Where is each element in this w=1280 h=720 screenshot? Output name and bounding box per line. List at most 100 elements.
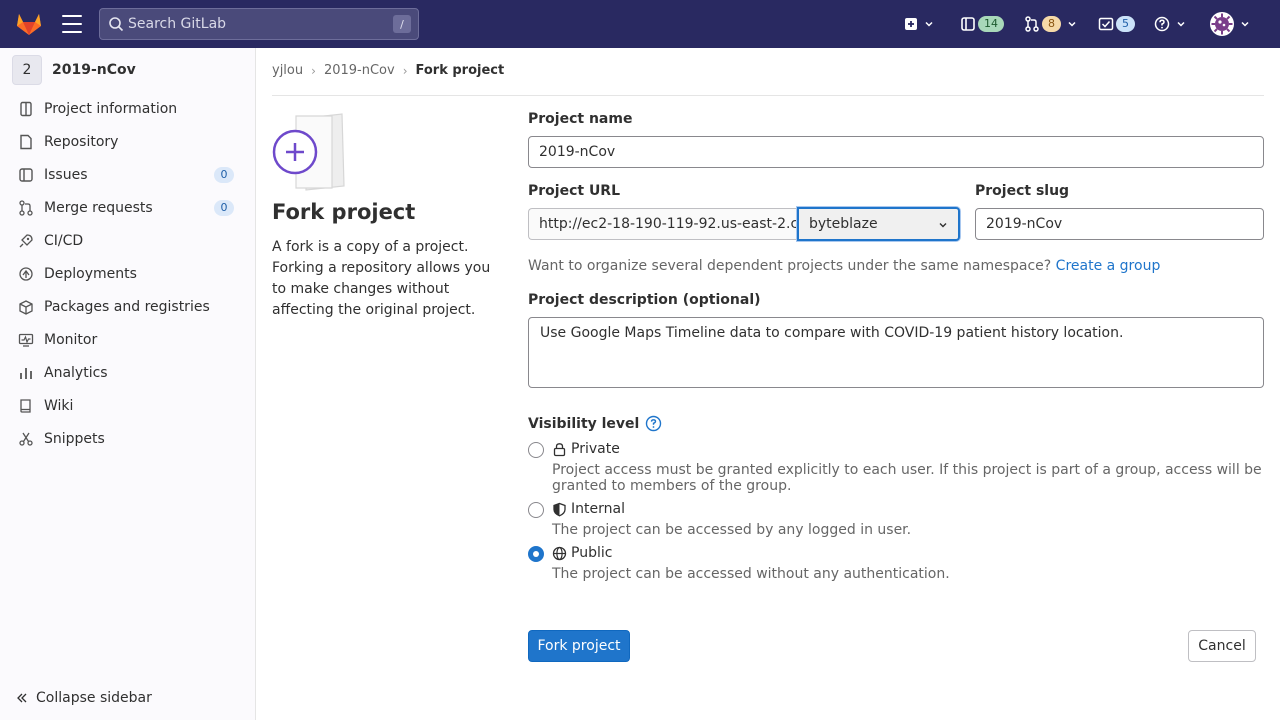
help-nav-button[interactable] <box>1154 12 1186 36</box>
sidebar-item-label: Merge requests <box>44 200 153 216</box>
visibility-internal-option[interactable]: Internal <box>552 501 625 517</box>
chart-icon <box>20 368 32 379</box>
deployments-icon <box>19 267 33 281</box>
project-name-label: Project name <box>528 111 633 127</box>
chevron-down-icon <box>1241 21 1249 27</box>
sidebar-item-snippets[interactable]: Snippets <box>8 424 248 454</box>
issues-icon <box>961 17 975 31</box>
divider <box>272 95 1264 96</box>
sidebar-item-cicd[interactable]: CI/CD <box>8 226 248 256</box>
visibility-private-radio[interactable] <box>528 442 544 458</box>
menu-icon[interactable] <box>62 15 82 33</box>
merge-requests-count-badge: 14 <box>978 16 1004 32</box>
sidebar-item-merge-requests[interactable]: Merge requests 0 <box>8 193 248 223</box>
merge-request-icon <box>1025 16 1039 32</box>
merge-requests-count-badge: 0 <box>214 200 234 216</box>
create-new-button[interactable] <box>904 12 934 36</box>
issues-count-badge: 0 <box>214 167 234 183</box>
breadcrumb-separator-icon: › <box>311 63 316 78</box>
visibility-public-radio[interactable] <box>528 546 544 562</box>
project-name-input[interactable]: 2019-nCov <box>528 136 1264 168</box>
project-url-label: Project URL <box>528 183 621 199</box>
visibility-public-option[interactable]: Public <box>552 545 612 561</box>
visibility-internal-description: The project can be accessed by any logge… <box>552 522 912 538</box>
merge-requests-nav-button[interactable]: 14 <box>960 12 1004 36</box>
visibility-private-label: Private <box>571 441 620 457</box>
namespace-help-text: Want to organize several dependent proje… <box>528 258 1160 274</box>
chevron-down-icon <box>939 223 947 228</box>
sidebar-item-packages[interactable]: Packages and registries <box>8 292 248 322</box>
project-slug-input[interactable]: 2019-nCov <box>975 208 1264 240</box>
collapse-sidebar-label: Collapse sidebar <box>36 690 152 706</box>
visibility-internal-label: Internal <box>571 501 625 517</box>
create-group-link[interactable]: Create a group <box>1056 258 1161 274</box>
sidebar-item-label: Repository <box>44 134 119 150</box>
sidebar-item-deployments[interactable]: Deployments <box>8 259 248 289</box>
merge-request-icon <box>19 200 33 216</box>
visibility-private-option[interactable]: Private <box>552 441 620 457</box>
sidebar: 2 2019-nCov Project information Reposito… <box>0 48 256 720</box>
sidebar-item-label: Analytics <box>44 365 108 381</box>
project-url-input[interactable]: http://ec2-18-190-119-92.us-east-2.c... <box>528 208 798 240</box>
page-title: Fork project <box>272 200 416 224</box>
sidebar-item-wiki[interactable]: Wiki <box>8 391 248 421</box>
sidebar-item-label: Snippets <box>44 431 105 447</box>
sidebar-item-repository[interactable]: Repository <box>8 127 248 157</box>
sidebar-project-name: 2019-nCov <box>52 62 136 78</box>
visibility-private-description: Project access must be granted explicitl… <box>552 462 1262 494</box>
search-icon <box>109 17 124 32</box>
namespace-help-label: Want to organize several dependent proje… <box>528 258 1052 274</box>
breadcrumb-current[interactable]: Fork project <box>416 63 505 78</box>
breadcrumb-item-project[interactable]: 2019-nCov <box>324 63 395 78</box>
book-icon <box>20 399 31 413</box>
help-icon[interactable] <box>645 415 662 432</box>
lock-icon <box>553 442 566 456</box>
shield-icon <box>553 502 566 517</box>
sidebar-item-analytics[interactable]: Analytics <box>8 358 248 388</box>
project-description-textarea[interactable]: Use Google Maps Timeline data to compare… <box>528 317 1264 388</box>
snippet-icon <box>19 432 33 446</box>
help-icon <box>1154 16 1170 32</box>
todos-nav-button[interactable]: 5 <box>1098 12 1135 36</box>
user-menu-button[interactable] <box>1210 12 1250 36</box>
project-description-label: Project description (optional) <box>528 292 761 308</box>
breadcrumb-separator-icon: › <box>402 63 408 78</box>
fork-illustration-icon <box>272 113 345 191</box>
todo-icon <box>1098 17 1114 31</box>
cancel-button[interactable]: Cancel <box>1188 630 1256 662</box>
sidebar-item-label: Deployments <box>44 266 137 282</box>
project-avatar: 2 <box>12 55 42 85</box>
monitor-icon <box>18 333 34 347</box>
sidebar-item-label: Project information <box>44 101 178 117</box>
breadcrumb-item-namespace[interactable]: yjlou <box>272 63 303 78</box>
sidebar-item-label: Wiki <box>44 398 74 414</box>
search-input[interactable]: Search GitLab / <box>99 8 419 40</box>
namespace-selected-value: byteblaze <box>809 216 878 232</box>
sidebar-item-project-information[interactable]: Project information <box>8 94 248 124</box>
visibility-internal-radio[interactable] <box>528 502 544 518</box>
sidebar-item-issues[interactable]: Issues 0 <box>8 160 248 190</box>
gitlab-logo-icon[interactable] <box>16 12 42 36</box>
rocket-icon <box>19 234 33 248</box>
doc-icon <box>20 134 32 150</box>
project-slug-label: Project slug <box>975 183 1070 199</box>
sidebar-item-label: Monitor <box>44 332 98 348</box>
visibility-public-description: The project can be accessed without any … <box>552 566 950 582</box>
chevron-down-icon <box>1177 21 1185 27</box>
double-chevron-left-icon <box>17 693 27 703</box>
chevron-down-icon <box>925 21 933 27</box>
search-placeholder: Search GitLab <box>128 16 227 32</box>
collapse-sidebar-button[interactable]: Collapse sidebar <box>16 690 152 706</box>
fork-project-button[interactable]: Fork project <box>528 630 630 662</box>
sidebar-item-label: Issues <box>44 167 88 183</box>
sidebar-item-monitor[interactable]: Monitor <box>8 325 248 355</box>
chevron-down-icon <box>1068 21 1076 27</box>
visibility-level-label: Visibility level <box>528 415 662 432</box>
issues-nav-button[interactable]: 8 <box>1024 12 1077 36</box>
namespace-select[interactable]: byteblaze <box>797 207 960 241</box>
search-shortcut-key: / <box>393 15 411 33</box>
package-icon <box>19 300 33 315</box>
sidebar-project-header[interactable]: 2 2019-nCov <box>12 55 136 85</box>
sidebar-item-label: CI/CD <box>44 233 84 249</box>
issues-count-badge: 8 <box>1042 16 1061 32</box>
